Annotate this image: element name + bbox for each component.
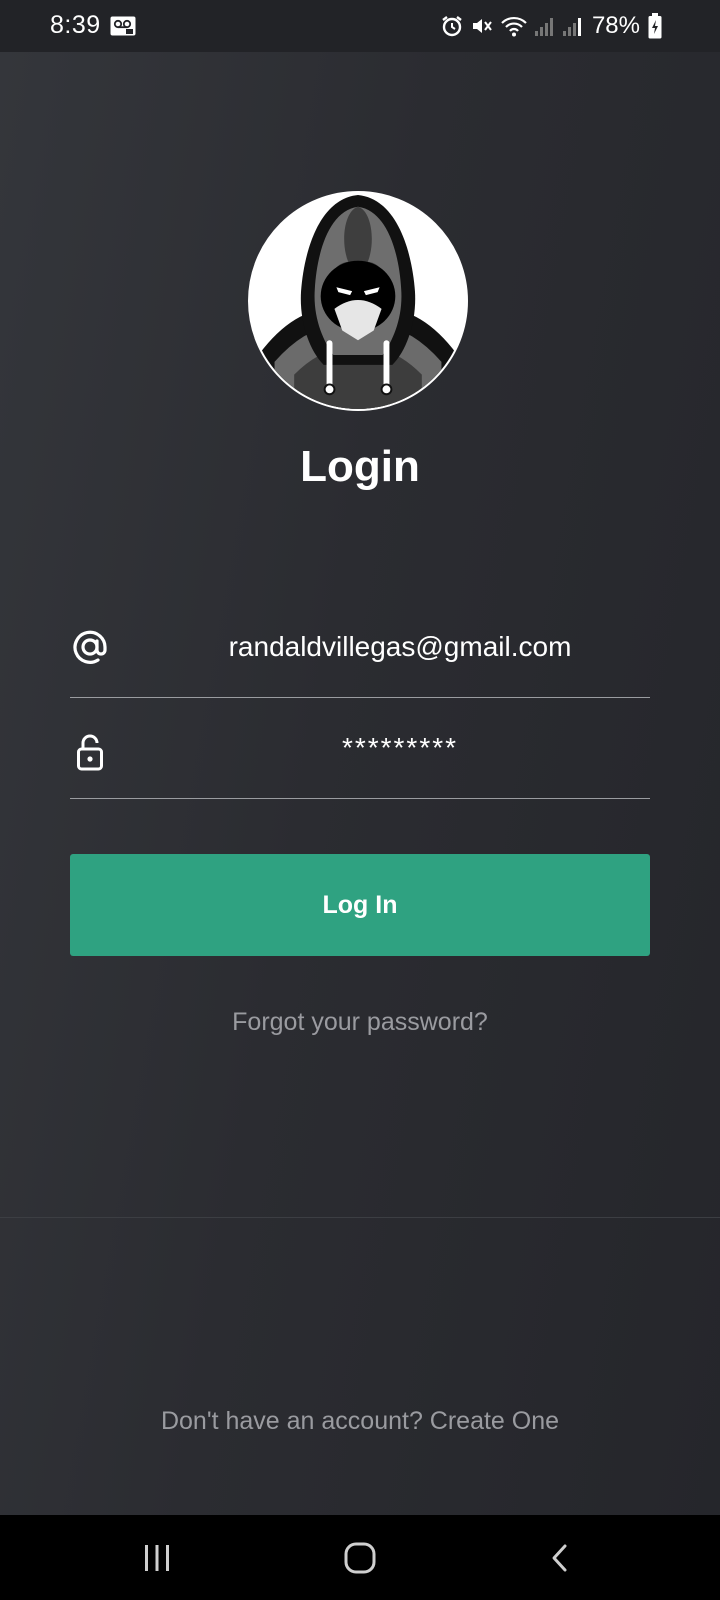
- app-logo-avatar: [248, 191, 468, 411]
- recents-icon: [145, 1545, 169, 1571]
- home-icon: [344, 1542, 376, 1574]
- lock-open-icon: [77, 734, 103, 771]
- back-button[interactable]: [531, 1535, 591, 1581]
- status-time: 8:39: [50, 11, 101, 39]
- mute-icon: [472, 19, 492, 33]
- home-button[interactable]: [330, 1535, 390, 1581]
- login-button[interactable]: Log In: [70, 854, 650, 956]
- signal-icon: [562, 18, 581, 36]
- status-bar: 8:39 78%: [0, 0, 720, 52]
- system-nav-bar: [0, 1515, 720, 1600]
- email-input[interactable]: [150, 597, 650, 697]
- create-account-link[interactable]: Don't have an account? Create One: [0, 1407, 720, 1436]
- battery-percent: 78%: [591, 12, 640, 39]
- login-screen: Login Log In Forgot your password? Don't…: [0, 52, 720, 1515]
- back-icon: [552, 1544, 567, 1572]
- forgot-password-link[interactable]: Forgot your password?: [0, 1008, 720, 1037]
- at-sign-icon: [73, 630, 107, 664]
- status-icons: 78%: [440, 12, 662, 40]
- voicemail-icon: [110, 16, 136, 36]
- hooded-figure-logo: [250, 193, 466, 409]
- recents-button[interactable]: [127, 1535, 187, 1581]
- page-title: Login: [300, 442, 420, 491]
- email-field-row: [70, 597, 650, 698]
- password-input[interactable]: [150, 698, 650, 798]
- alarm-icon: [442, 16, 462, 37]
- divider: [0, 1217, 720, 1218]
- battery-charging-icon: [648, 13, 662, 39]
- wifi-icon: [501, 16, 527, 37]
- password-field-row: [70, 698, 650, 799]
- signal-icon: [534, 18, 553, 36]
